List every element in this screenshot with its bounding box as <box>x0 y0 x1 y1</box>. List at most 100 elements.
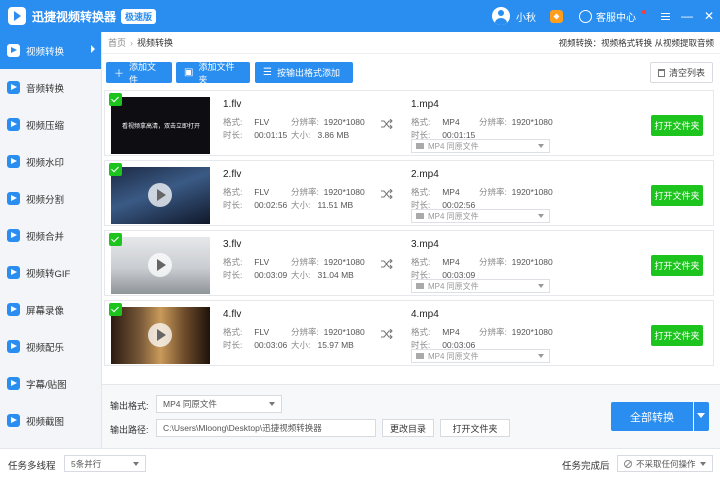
minimize-button[interactable]: — <box>676 0 698 32</box>
chevron-right-icon <box>91 45 95 53</box>
file-row[interactable]: 3.flv 格式: FLV 分辨率: 1920*1080 时长: 00:03:0… <box>104 230 714 296</box>
source-file-name: 2.flv <box>223 169 242 180</box>
source-resolution: 分辨率: 1920*1080 <box>291 257 365 267</box>
sidebar-item-video-split[interactable]: 视频分割 <box>0 180 101 217</box>
play-icon[interactable] <box>148 323 172 347</box>
sidebar-item-video-gif[interactable]: 视频转GIF <box>0 254 101 291</box>
chevron-down-icon <box>269 402 275 406</box>
video-thumbnail[interactable] <box>111 167 210 224</box>
convert-options-dropdown[interactable] <box>694 402 709 431</box>
output-format-select[interactable]: MP4 同原文件 <box>411 139 550 153</box>
output-format-dropdown[interactable]: MP4 同原文件 <box>156 395 282 413</box>
sidebar-item-video-compress[interactable]: 视频压缩 <box>0 106 101 143</box>
video-thumbnail[interactable] <box>111 307 210 364</box>
username[interactable]: 小秋 <box>516 9 536 24</box>
source-format: 格式: FLV <box>223 327 270 337</box>
open-output-folder-button[interactable]: 打开文件夹 <box>440 419 510 437</box>
output-format-select[interactable]: MP4 同原文件 <box>411 209 550 223</box>
sidebar-item-video-music[interactable]: 视频配乐 <box>0 328 101 365</box>
chevron-down-icon <box>538 284 544 288</box>
sidebar-item-video-convert[interactable]: 视频转换 <box>0 32 101 69</box>
video-thumbnail[interactable] <box>111 237 210 294</box>
add-folder-button[interactable]: ▣ 添加文件夹 <box>176 62 250 85</box>
source-size: 大小: 3.86 MB <box>291 130 350 140</box>
menu-button[interactable] <box>654 0 676 32</box>
open-folder-button[interactable]: 打开文件夹 <box>651 185 703 206</box>
notification-dot <box>642 10 646 14</box>
checkbox[interactable] <box>109 163 122 176</box>
close-button[interactable]: ✕ <box>698 0 720 32</box>
video-watermark-icon <box>7 155 20 168</box>
video-merge-icon <box>7 229 20 242</box>
customer-service-icon[interactable] <box>579 9 592 23</box>
breadcrumb: 首页 › 视频转换 视频转换：视频格式转换 从视频提取音频 <box>102 32 720 54</box>
output-path-label: 输出路径: <box>110 425 149 435</box>
sidebar-item-audio-convert[interactable]: 音频转换 <box>0 69 101 106</box>
app-logo-icon <box>8 7 26 25</box>
play-icon[interactable] <box>148 253 172 277</box>
source-duration: 时长: 00:03:09 <box>223 270 288 280</box>
customer-service-link[interactable]: 客服中心 <box>596 9 636 24</box>
open-folder-button[interactable]: 打开文件夹 <box>651 325 703 346</box>
sidebar-item-video-screenshot[interactable]: 视频截图 <box>0 402 101 439</box>
change-directory-button[interactable]: 更改目录 <box>382 419 434 437</box>
output-resolution: 分辨率: 1920*1080 <box>479 187 553 197</box>
open-folder-button[interactable]: 打开文件夹 <box>651 115 703 136</box>
output-file-name: 3.mp4 <box>411 239 439 250</box>
avatar[interactable] <box>492 7 510 25</box>
multithread-select[interactable]: 5条并行 <box>64 455 146 472</box>
subtitle-sticker-icon <box>7 377 20 390</box>
source-format: 格式: FLV <box>223 187 270 197</box>
source-size: 大小: 31.04 MB <box>291 270 354 280</box>
no-action-icon <box>624 459 632 468</box>
sidebar-item-screen-record[interactable]: 屏幕录像 <box>0 291 101 328</box>
output-format-select[interactable]: MP4 同原文件 <box>411 349 550 363</box>
file-row[interactable]: 2.flv 格式: FLV 分辨率: 1920*1080 时长: 00:02:5… <box>104 160 714 226</box>
checkbox[interactable] <box>109 93 122 106</box>
output-format: 格式: MP4 <box>411 117 460 127</box>
source-resolution: 分辨率: 1920*1080 <box>291 187 365 197</box>
video-format-icon <box>416 213 424 219</box>
file-row[interactable]: 看视频拿高清，双击立即打开 1.flv 格式: FLV 分辨率: 1920*10… <box>104 90 714 156</box>
source-file-name: 4.flv <box>223 309 242 320</box>
file-row[interactable]: 4.flv 格式: FLV 分辨率: 1920*1080 时长: 00:03:0… <box>104 300 714 366</box>
after-complete-select[interactable]: 不采取任何操作 <box>617 455 713 472</box>
sidebar-item-subtitle-sticker[interactable]: 字幕/贴图 <box>0 365 101 402</box>
add-by-format-button[interactable]: ☰ 按输出格式添加 <box>255 62 353 83</box>
checkbox[interactable] <box>109 233 122 246</box>
play-icon[interactable] <box>148 183 172 207</box>
sidebar-item-video-merge[interactable]: 视频合并 <box>0 217 101 254</box>
source-duration: 时长: 00:02:56 <box>223 200 288 210</box>
source-format: 格式: FLV <box>223 117 270 127</box>
video-music-icon <box>7 340 20 353</box>
output-path-field[interactable]: C:\Users\Mloong\Desktop\迅捷视频转换器 <box>156 419 376 437</box>
output-format: 格式: MP4 <box>411 187 460 197</box>
output-format-label: 输出格式: <box>110 401 149 411</box>
file-list: 看视频拿高清，双击立即打开 1.flv 格式: FLV 分辨率: 1920*10… <box>102 88 720 384</box>
output-settings-panel: 输出格式: MP4 同原文件 输出路径: C:\Users\Mloong\Des… <box>102 384 720 448</box>
app-title: 迅捷视频转换器 <box>32 9 117 24</box>
convert-all-button[interactable]: 全部转换 <box>611 402 693 431</box>
chevron-down-icon <box>538 214 544 218</box>
video-thumbnail[interactable]: 看视频拿高清，双击立即打开 <box>111 97 210 154</box>
sidebar-item-video-watermark[interactable]: 视频水印 <box>0 143 101 180</box>
open-folder-button[interactable]: 打开文件夹 <box>651 255 703 276</box>
breadcrumb-home[interactable]: 首页 <box>108 36 126 49</box>
video-convert-icon <box>7 44 20 57</box>
output-resolution: 分辨率: 1920*1080 <box>479 117 553 127</box>
output-format-select[interactable]: MP4 同原文件 <box>411 279 550 293</box>
video-screenshot-icon <box>7 414 20 427</box>
clear-list-button[interactable]: 清空列表 <box>650 62 713 83</box>
video-format-icon <box>416 143 424 149</box>
shuffle-icon <box>381 189 393 199</box>
source-size: 大小: 15.97 MB <box>291 340 354 350</box>
sidebar: 视频转换 音频转换 视频压缩 视频水印 视频分割 视频合并 视频转GIF 屏幕录… <box>0 32 102 448</box>
checkbox[interactable] <box>109 303 122 316</box>
multithread-label: 任务多线程 <box>8 461 56 472</box>
vip-icon[interactable] <box>550 9 563 23</box>
add-file-button[interactable]: ＋添加文件 <box>106 62 172 85</box>
output-file-name: 1.mp4 <box>411 99 439 110</box>
video-format-icon <box>416 283 424 289</box>
output-resolution: 分辨率: 1920*1080 <box>479 257 553 267</box>
video-compress-icon <box>7 118 20 131</box>
